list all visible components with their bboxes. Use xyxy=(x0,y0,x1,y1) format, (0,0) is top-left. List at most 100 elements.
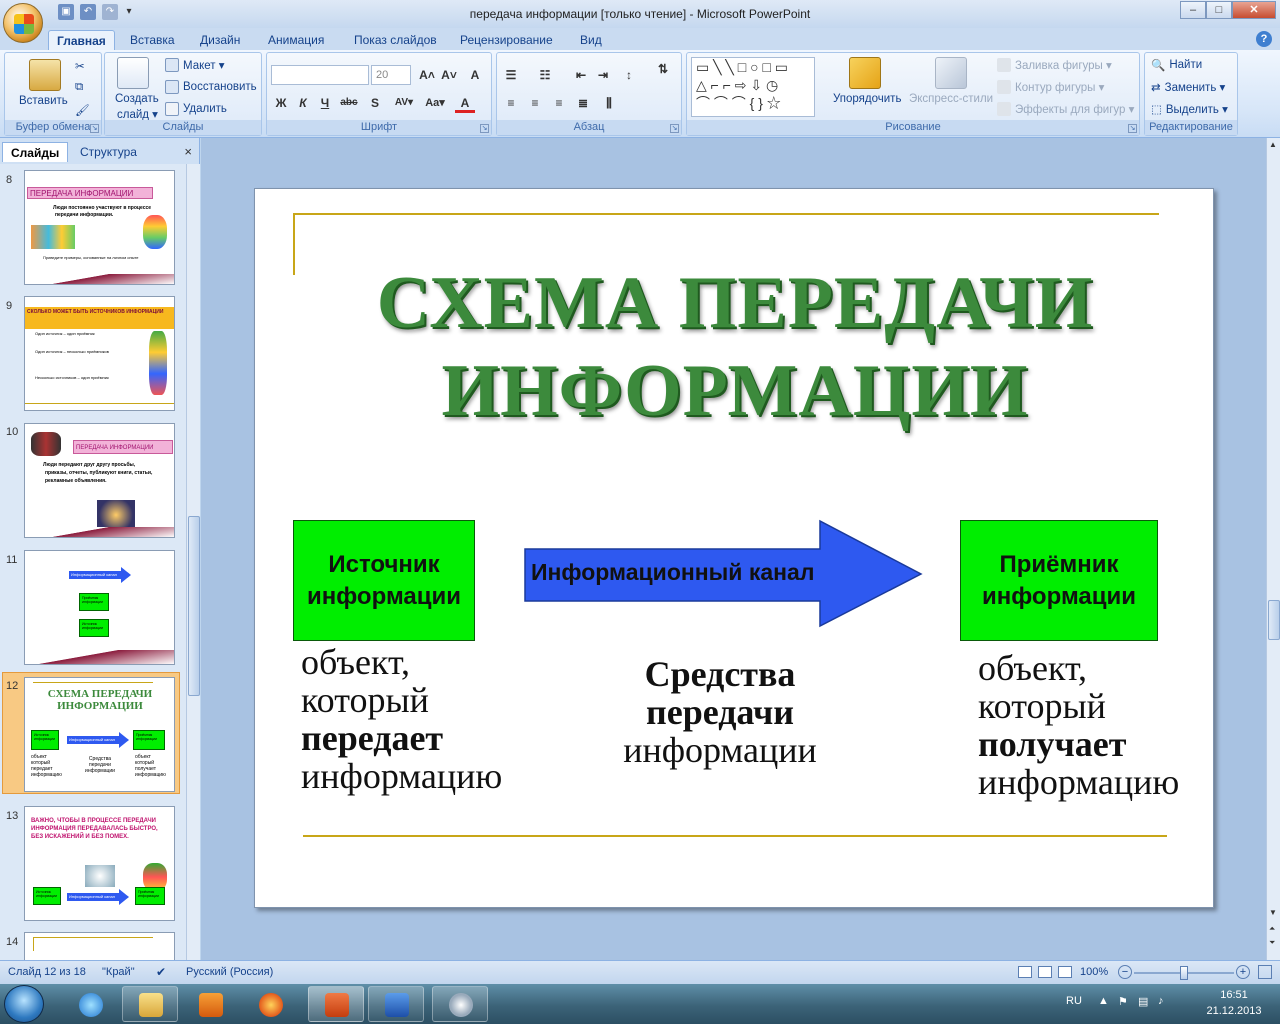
scroll-down-icon[interactable]: ▼ xyxy=(1269,908,1277,917)
layout-button[interactable]: Макет ▾ xyxy=(183,58,225,72)
columns-icon[interactable]: ⫼ xyxy=(599,93,619,113)
cut-icon[interactable]: ✂ xyxy=(75,59,85,73)
tray-expand-icon[interactable]: ▲ xyxy=(1098,995,1109,1007)
thumbnails-scrollbar[interactable] xyxy=(186,164,200,960)
align-left-icon[interactable]: ≡ xyxy=(501,93,521,113)
arrange-icon[interactable] xyxy=(849,57,881,89)
tab-insert[interactable]: Вставка xyxy=(122,30,183,50)
taskbar-powerpoint[interactable] xyxy=(308,986,364,1022)
clock-time[interactable]: 16:51 xyxy=(1204,989,1264,1001)
zoom-level[interactable]: 100% xyxy=(1080,966,1108,978)
paste-icon[interactable] xyxy=(29,59,61,91)
find-button[interactable]: Найти xyxy=(1169,59,1202,71)
font-name-combo[interactable] xyxy=(271,65,369,85)
select-button[interactable]: Выделить ▾ xyxy=(1166,102,1228,116)
normal-view-icon[interactable] xyxy=(1018,966,1032,978)
italic-button[interactable]: К xyxy=(293,93,313,113)
text-direction-icon[interactable]: ⇅ xyxy=(653,59,673,79)
reset-button[interactable]: Восстановить xyxy=(183,81,257,93)
slideshow-view-icon[interactable] xyxy=(1058,966,1072,978)
new-slide-label-2[interactable]: слайд ▾ xyxy=(117,107,158,121)
bullets-icon[interactable]: ☰ xyxy=(501,65,521,85)
shape-outline-button[interactable]: Контур фигуры ▾ xyxy=(1015,80,1104,94)
clock-date[interactable]: 21.12.2013 xyxy=(1196,1005,1272,1017)
tab-view[interactable]: Вид xyxy=(572,30,610,50)
clipboard-launcher-icon[interactable]: ↘ xyxy=(90,124,99,133)
thumbnail-slide-8[interactable]: ПЕРЕДАЧА ИНФОРМАЦИИ Люди постоянно участ… xyxy=(24,170,175,285)
tab-slideshow[interactable]: Показ слайдов xyxy=(346,30,445,50)
zoom-out-icon[interactable]: − xyxy=(1118,965,1132,979)
thumbnail-slide-12[interactable]: СХЕМА ПЕРЕДАЧИ ИНФОРМАЦИИ Источник инфор… xyxy=(24,677,175,792)
shapes-gallery[interactable]: ▭ ╲ ╲ □ ○ □ ▭ △ ⌐ ⌐ ⇨ ⇩ ◷ ⌒ ⌒ ⌒ { } ☆ xyxy=(691,57,815,117)
thumbnail-slide-14[interactable] xyxy=(24,932,175,960)
input-language[interactable]: RU xyxy=(1066,995,1082,1007)
format-painter-icon[interactable]: 🖌 xyxy=(75,103,90,117)
quick-styles-icon[interactable] xyxy=(935,57,967,89)
tab-outline-pane[interactable]: Структура xyxy=(72,142,145,162)
paste-button[interactable]: Вставить xyxy=(19,95,68,107)
paragraph-launcher-icon[interactable]: ↘ xyxy=(670,124,679,133)
taskbar-paint[interactable] xyxy=(432,986,488,1022)
decrease-indent-icon[interactable]: ⇤ xyxy=(571,65,591,85)
help-icon[interactable]: ? xyxy=(1256,31,1272,47)
justify-icon[interactable]: ≣ xyxy=(573,93,593,113)
tab-home[interactable]: Главная xyxy=(48,30,115,50)
thumbnail-slide-11[interactable]: Информационный канал Приёмник информации… xyxy=(24,550,175,665)
current-slide[interactable]: СХЕМА ПЕРЕДАЧИ ИНФОРМАЦИИ Источник инфор… xyxy=(254,188,1214,908)
quick-styles-button[interactable]: Экспресс-стили xyxy=(909,93,993,105)
font-size-combo[interactable]: 20 xyxy=(371,65,411,85)
zoom-in-icon[interactable]: + xyxy=(1236,965,1250,979)
grow-font-button[interactable]: A˄ xyxy=(417,65,437,85)
clear-format-button[interactable]: A xyxy=(465,65,485,85)
increase-indent-icon[interactable]: ⇥ xyxy=(593,65,613,85)
thumbnail-slide-13[interactable]: ВАЖНО, ЧТОБЫ В ПРОЦЕССЕ ПЕРЕДАЧИ ИНФОРМА… xyxy=(24,806,175,921)
thumbnail-slide-9[interactable]: СКОЛЬКО МОЖЕТ БЫТЬ ИСТОЧНИКОВ ИНФОРМАЦИИ… xyxy=(24,296,175,411)
new-slide-icon[interactable] xyxy=(117,57,149,89)
tab-animation[interactable]: Анимация xyxy=(260,30,332,50)
taskbar-firefox[interactable] xyxy=(242,986,298,1022)
minimize-button[interactable]: – xyxy=(1180,1,1206,19)
scrollbar-thumb[interactable] xyxy=(188,516,200,696)
tab-slides-pane[interactable]: Слайды xyxy=(2,142,69,162)
zoom-slider[interactable] xyxy=(1134,966,1234,980)
shape-effects-button[interactable]: Эффекты для фигур ▾ xyxy=(1015,102,1134,116)
fit-window-icon[interactable] xyxy=(1258,965,1272,979)
close-button[interactable]: ✕ xyxy=(1232,1,1276,19)
delete-button[interactable]: Удалить xyxy=(183,103,227,115)
underline-button[interactable]: Ч xyxy=(315,93,335,113)
shrink-font-button[interactable]: A˅ xyxy=(439,65,459,85)
align-right-icon[interactable]: ≡ xyxy=(549,93,569,113)
taskbar-word[interactable] xyxy=(368,986,424,1022)
line-spacing-icon[interactable]: ↕ xyxy=(619,65,639,85)
taskbar-media[interactable] xyxy=(182,986,238,1022)
strikethrough-button[interactable]: abc xyxy=(339,93,359,113)
align-center-icon[interactable]: ≡ xyxy=(525,93,545,113)
main-scrollbar[interactable]: ▲ ▼ ⏶ ⏷ xyxy=(1266,138,1280,960)
pane-close-button[interactable]: × xyxy=(184,144,192,159)
numbering-icon[interactable]: ☷ xyxy=(535,65,555,85)
font-launcher-icon[interactable]: ↘ xyxy=(480,124,489,133)
tab-design[interactable]: Дизайн xyxy=(192,30,248,50)
char-spacing-button[interactable]: AV▾ xyxy=(389,93,419,113)
theme-name[interactable]: "Край" xyxy=(102,966,135,978)
taskbar-explorer[interactable] xyxy=(122,986,178,1022)
taskbar-ie[interactable] xyxy=(62,986,118,1022)
maximize-button[interactable]: □ xyxy=(1206,1,1232,19)
tab-review[interactable]: Рецензирование xyxy=(452,30,561,50)
shape-fill-button[interactable]: Заливка фигуры ▾ xyxy=(1015,58,1112,72)
bold-button[interactable]: Ж xyxy=(271,93,291,113)
scrollbar-thumb[interactable] xyxy=(1268,600,1280,640)
new-slide-label-1[interactable]: Создать xyxy=(115,93,159,105)
start-button[interactable] xyxy=(4,985,44,1023)
arrange-button[interactable]: Упорядочить xyxy=(833,93,901,105)
office-button[interactable] xyxy=(3,3,43,43)
network-icon[interactable]: ▤ xyxy=(1138,995,1148,1008)
spellcheck-icon[interactable]: ✔ xyxy=(156,965,166,979)
flag-icon[interactable]: ⚑ xyxy=(1118,995,1128,1008)
change-case-button[interactable]: Aa▾ xyxy=(421,93,449,113)
replace-button[interactable]: Заменить ▾ xyxy=(1165,80,1226,94)
next-slide-icon[interactable]: ⏷ xyxy=(1269,938,1275,948)
font-color-button[interactable]: A xyxy=(455,93,475,113)
thumbnail-slide-10[interactable]: ПЕРЕДАЧА ИНФОРМАЦИИ Люди передают друг д… xyxy=(24,423,175,538)
scroll-up-icon[interactable]: ▲ xyxy=(1269,140,1277,149)
